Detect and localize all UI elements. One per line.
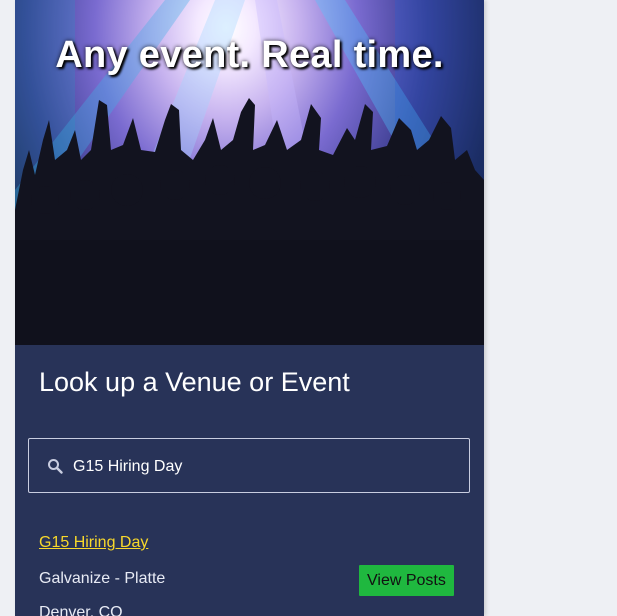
search-input[interactable] bbox=[71, 449, 455, 485]
result-venue: Galvanize - Platte bbox=[39, 570, 166, 587]
left-gutter bbox=[0, 0, 15, 616]
hero-tagline: Any event. Real time. bbox=[55, 34, 444, 76]
search-box[interactable] bbox=[28, 438, 470, 493]
view-posts-button[interactable]: View Posts bbox=[359, 565, 454, 596]
hero-banner: Any event. Real time. bbox=[15, 0, 484, 345]
search-section-title: Look up a Venue or Event bbox=[39, 367, 350, 397]
result-city: Denver, CO bbox=[39, 604, 123, 616]
app-panel: Any event. Real time. Look up a Venue or… bbox=[15, 0, 484, 616]
venue-search-section: Look up a Venue or Event G15 Hiring Day … bbox=[15, 345, 484, 616]
result-event-link[interactable]: G15 Hiring Day bbox=[39, 534, 148, 552]
search-icon bbox=[47, 458, 63, 479]
